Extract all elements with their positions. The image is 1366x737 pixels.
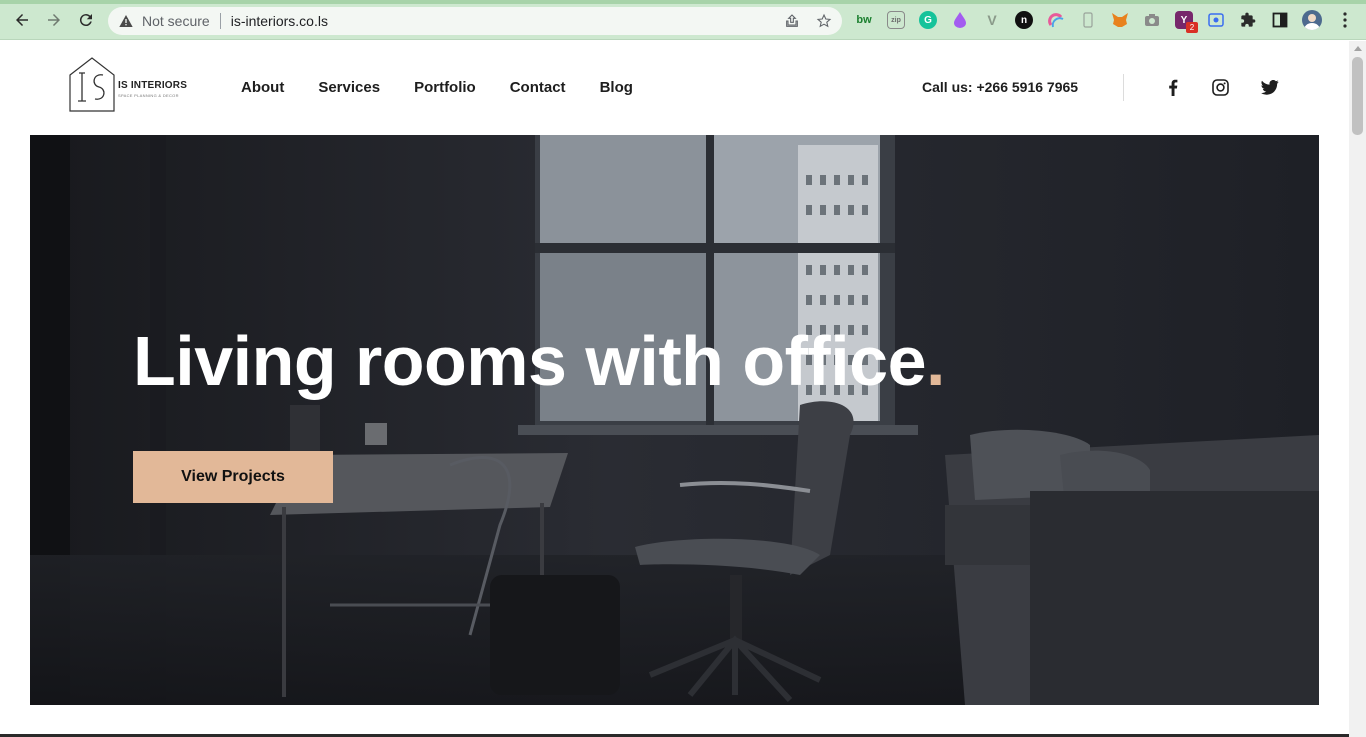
person-icon [1304,14,1320,30]
record-shape-icon [1208,13,1224,27]
reload-button[interactable] [75,9,97,31]
drop-shape-icon [954,12,966,28]
magnet-icon[interactable] [1047,11,1065,29]
share-icon[interactable] [784,13,800,29]
n-icon[interactable]: n [1015,11,1033,29]
twitter-icon[interactable] [1260,77,1280,97]
bw-icon[interactable]: bw [855,11,873,29]
hero-banner: Living rooms with office. View Projects [30,135,1319,705]
twitter-glyph [1261,79,1279,95]
hero-heading-text: Living rooms with office [133,322,927,400]
sidepanel-shape-icon [1272,12,1288,28]
brand-tagline: SPACE PLANNING & DECOR [118,93,179,98]
view-projects-button[interactable]: View Projects [133,451,333,503]
facebook-glyph [1169,79,1178,96]
nav-services[interactable]: Services [318,79,380,96]
fox-icon[interactable] [1111,11,1129,29]
bookmark-star-icon[interactable] [816,13,832,29]
puzzle-icon[interactable] [1239,11,1257,29]
site-logo[interactable]: IS INTERIORS SPACE PLANNING & DECOR [69,57,189,113]
phone-icon[interactable] [1079,11,1097,29]
hero-heading: Living rooms with office. [133,321,945,401]
tab-strip-edge [0,0,1366,4]
zip-icon[interactable]: zip [887,11,905,29]
page-scrollbar[interactable] [1349,41,1366,737]
security-status[interactable]: Not secure [142,13,210,29]
omnibox-separator [219,13,221,29]
warning-icon [119,15,133,27]
kebab-icon [1343,12,1347,28]
extension-badge: 2 [1186,22,1198,33]
camera-icon[interactable] [1143,11,1161,29]
profile-avatar[interactable] [1302,10,1322,30]
grammarly-icon[interactable]: G [919,11,937,29]
scroll-up-icon[interactable] [1354,46,1362,51]
main-navigation: About Services Portfolio Contact Blog [241,79,667,96]
camera-shape-icon [1145,14,1159,26]
nav-portfolio[interactable]: Portfolio [414,79,476,96]
house-logo-icon [69,57,115,112]
more-menu-icon[interactable] [1336,11,1354,29]
phone-shape-icon [1083,12,1093,28]
forward-arrow-icon [48,14,60,26]
url-text[interactable]: is-interiors.co.ls [231,13,328,29]
back-button[interactable] [11,9,33,31]
nav-contact[interactable]: Contact [510,79,566,96]
instagram-icon[interactable] [1210,77,1230,97]
reload-icon [79,14,92,27]
brand-name: IS INTERIORS [118,80,188,91]
web-page: IS INTERIORS SPACE PLANNING & DECOR Abou… [0,41,1349,737]
instagram-glyph [1211,78,1229,96]
drop-icon[interactable] [951,11,969,29]
nav-about[interactable]: About [241,79,284,96]
magnet-shape-icon [1048,13,1064,28]
vee-icon[interactable]: V [983,11,1001,29]
browser-toolbar: Not secure is-interiors.co.ls bw zip G V… [0,0,1366,40]
back-arrow-icon [16,14,28,26]
puzzle-shape-icon [1241,12,1256,27]
facebook-icon[interactable] [1163,77,1183,97]
hero-photo [30,135,1319,705]
address-bar[interactable]: Not secure is-interiors.co.ls [108,7,842,35]
phone-contact[interactable]: Call us: +266 5916 7965 [922,79,1078,95]
sidepanel-icon[interactable] [1271,11,1289,29]
scrollbar-thumb[interactable] [1352,57,1363,135]
record-icon[interactable] [1207,11,1225,29]
fox-shape-icon [1112,13,1128,27]
header-divider [1123,74,1124,101]
nav-blog[interactable]: Blog [600,79,633,96]
hero-heading-accent: . [926,322,945,400]
forward-button[interactable] [43,9,65,31]
